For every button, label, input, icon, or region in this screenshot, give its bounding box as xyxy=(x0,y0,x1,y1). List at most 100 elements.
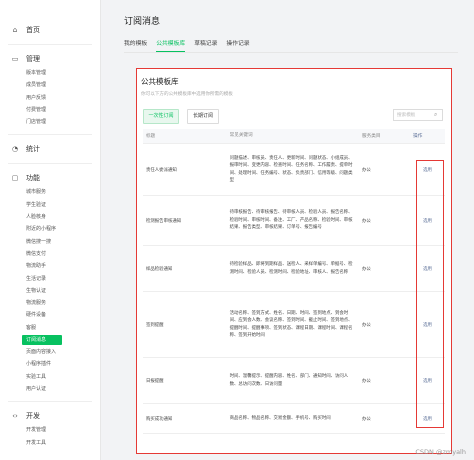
row-category: 办公 xyxy=(362,378,371,384)
divider xyxy=(8,163,92,165)
sidebar-item[interactable]: 城市服务 xyxy=(0,186,100,198)
divider xyxy=(8,44,92,45)
sidebar-item[interactable]: 成员管理 xyxy=(0,79,100,91)
sidebar-group-function[interactable]: ▢ 功能 xyxy=(0,170,100,186)
sidebar-item[interactable]: 小程序插件 xyxy=(0,358,100,370)
column-header-keywords: 常见关键词 xyxy=(226,129,360,144)
row-keywords: 待审核报告、待审核报告、待审核人员、检验人员、报告名称、检验时间、审核时间、备注… xyxy=(229,210,353,231)
table-row: 签到提醒 活动名称、签到方式、姓名、日期、时间、签到地点、到会时间、应到会人数、会… xyxy=(143,291,445,358)
panel-title: 公共模板库 xyxy=(141,77,179,86)
sidebar-item[interactable]: 门店管理 xyxy=(0,116,100,128)
row-title-cell: 购买成功通知 xyxy=(143,403,227,434)
select-link[interactable]: 选用 xyxy=(423,168,432,173)
management-icon: ▭ xyxy=(11,55,19,63)
sidebar-group-statistics[interactable]: ◔ 统计 xyxy=(0,141,100,157)
select-link-cell[interactable]: 选用 xyxy=(410,403,445,434)
sidebar-group-label: 开发 xyxy=(26,412,40,421)
panel-description: 你可以下方的公共模板库中选用你所需的模板 xyxy=(141,92,233,97)
row-title: 签到提醒 xyxy=(146,322,164,328)
column-header-operation: 操作 xyxy=(410,129,445,144)
row-category: 办公 xyxy=(362,167,371,173)
table-row: 样品检验通知 待检验样品、即将到期样品、送检人、采样单编号、单据号、检测时间、检验… xyxy=(143,245,445,292)
sidebar-item[interactable]: 生活记录 xyxy=(0,273,100,285)
row-category-cell: 办公 xyxy=(359,403,411,434)
column-header-category: 服务类目 xyxy=(359,129,411,144)
row-category: 办公 xyxy=(362,218,371,224)
sidebar-item[interactable]: 用户认证 xyxy=(0,383,100,395)
select-link[interactable]: 选用 xyxy=(423,379,432,384)
watermark: CSDN @zmyalh xyxy=(415,448,466,456)
row-category: 办公 xyxy=(362,266,371,272)
tab-operation-records[interactable]: 操作记录 xyxy=(226,38,249,52)
sidebar-group-home[interactable]: ⌂ 首页 xyxy=(0,22,100,38)
row-title: 样品检验通知 xyxy=(146,266,173,272)
sidebar-item[interactable]: 付费管理 xyxy=(0,104,100,116)
row-title-cell: 检测报告审核通知 xyxy=(143,195,227,246)
select-link[interactable]: 选用 xyxy=(423,323,432,328)
row-category-cell: 办公 xyxy=(359,291,411,358)
table-row: 购买成功通知 商品名称、物品名称、交易金额、手机号、购买时间 办公 选用 xyxy=(143,403,445,434)
sidebar-item[interactable]: 开发工具 xyxy=(0,437,100,449)
select-link-cell[interactable]: 选用 xyxy=(410,245,445,292)
row-title-cell: 责任人委派通知 xyxy=(143,143,227,196)
select-link[interactable]: 选用 xyxy=(423,219,432,224)
row-category-cell: 办公 xyxy=(359,195,411,246)
template-table: 标题 常见关键词 服务类目 操作 责任人委派通知 问题描述、审核员、责任人、更新时… xyxy=(143,129,445,434)
sidebar-group-management[interactable]: ▭ 管理 xyxy=(0,51,100,67)
sidebar-item[interactable]: 微信支付 xyxy=(0,248,100,260)
table-row: 责任人委派通知 问题描述、审核员、责任人、更新时间、问题状态、小组成员、报审时间、… xyxy=(143,143,445,196)
row-title-cell: 日报提醒 xyxy=(143,357,227,404)
sidebar-item[interactable]: 生物认证 xyxy=(0,285,100,297)
row-category-cell: 办公 xyxy=(359,357,411,404)
sidebar-item[interactable]: 硬件设备 xyxy=(0,309,100,321)
row-keywords: 待检验样品、即将到期样品、送检人、采样单编号、单据号、检测时间、检验人员、检测时… xyxy=(229,262,353,275)
sidebar-item[interactable]: 学生验证 xyxy=(0,199,100,211)
sidebar-item[interactable]: 开发管理 xyxy=(0,424,100,436)
divider xyxy=(8,401,92,403)
sidebar-group-label: 功能 xyxy=(26,174,40,183)
row-keywords-cell: 待检验样品、即将到期样品、送检人、采样单编号、单据号、检测时间、检验人员、检测时… xyxy=(226,245,360,292)
search-placeholder: 搜索模板 xyxy=(397,113,416,118)
select-link-cell[interactable]: 选用 xyxy=(410,291,445,358)
row-keywords-cell: 待审核报告、待审核报告、待审核人员、检验人员、报告名称、检验时间、审核时间、备注… xyxy=(226,195,360,246)
row-keywords: 时间、温馨提示、提醒内容、姓名、部门、通知时间、访问人数、总访问次数、日访问量 xyxy=(229,374,349,387)
sidebar-item[interactable]: 实验工具 xyxy=(0,371,100,383)
select-link-cell[interactable]: 选用 xyxy=(410,357,445,404)
select-link[interactable]: 选用 xyxy=(423,267,432,272)
row-title: 检测报告审核通知 xyxy=(146,218,182,224)
sidebar-item[interactable]: 人脸核身 xyxy=(0,211,100,223)
search-input[interactable]: 搜索模板 ⌕ xyxy=(393,109,443,121)
function-icon: ▢ xyxy=(11,174,19,183)
sidebar-item[interactable]: 物流助手 xyxy=(0,260,100,272)
sidebar-group-label: 管理 xyxy=(26,55,40,63)
main-content: 订阅消息 我的模板 公共模板库 草稿记录 操作记录 公共模板库 你可以下方的公共… xyxy=(114,0,474,460)
tab-draft-records[interactable]: 草稿记录 xyxy=(194,38,217,52)
select-link-cell[interactable]: 选用 xyxy=(410,195,445,246)
long-term-subscribe-button[interactable]: 长期订阅 xyxy=(187,109,219,124)
one-time-subscribe-button[interactable]: 一次性订阅 xyxy=(143,109,179,124)
sidebar-item[interactable]: 订阅消息 xyxy=(22,335,62,346)
select-link[interactable]: 选用 xyxy=(423,417,432,422)
tab-underline xyxy=(124,52,458,53)
sidebar-item[interactable]: 客服 xyxy=(0,322,100,334)
tab-public-library[interactable]: 公共模板库 xyxy=(156,38,186,52)
page-title: 订阅消息 xyxy=(124,17,161,27)
row-category-cell: 办公 xyxy=(359,245,411,292)
sidebar-item[interactable]: 版本管理 xyxy=(0,67,100,79)
select-link-cell[interactable]: 选用 xyxy=(410,143,445,196)
sidebar-item[interactable]: 用户反馈 xyxy=(0,92,100,104)
row-keywords: 商品名称、物品名称、交易金额、手机号、购买时间 xyxy=(229,415,331,421)
row-title-cell: 样品检验通知 xyxy=(143,245,227,292)
table-row: 检测报告审核通知 待审核报告、待审核报告、待审核人员、检验人员、报告名称、检验时间… xyxy=(143,195,445,246)
column-header-title: 标题 xyxy=(143,129,227,144)
sidebar-item[interactable]: 物流服务 xyxy=(0,297,100,309)
sidebar-group-development[interactable]: ‹› 开发 xyxy=(0,408,100,424)
sidebar: ⌂ 首页 ▭ 管理 版本管理 成员管理 用户反馈 付费管理 门店管理 ◔ 统计 ▢ 功能… xyxy=(0,0,101,460)
home-icon: ⌂ xyxy=(12,26,18,34)
development-icon: ‹› xyxy=(12,412,18,421)
tab-my-templates[interactable]: 我的模板 xyxy=(124,38,147,52)
sidebar-item[interactable]: 页面内容接入 xyxy=(0,346,100,358)
row-keywords-cell: 活动名称、签到方式、姓名、日期、时间、签到地点、到会时间、应到会人数、会议名称、… xyxy=(226,291,360,358)
sidebar-item[interactable]: 微信搜一搜 xyxy=(0,236,100,248)
sidebar-item[interactable]: 附近的小程序 xyxy=(0,223,100,235)
